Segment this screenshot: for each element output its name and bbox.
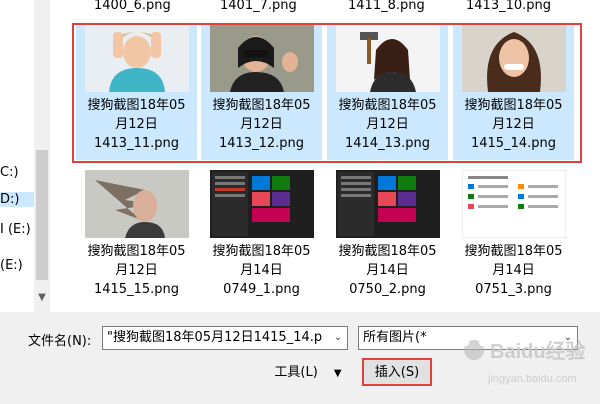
file-grid: 1400_6.png 1401_7.png 1411_8.png 1413_10… [56,0,600,312]
file-name: 搜狗截图18年05 月12日 1413_11.png [87,98,186,151]
file-tile[interactable]: 搜狗截图18年05 月12日 1415_14.png [453,24,574,160]
file-name: 搜狗截图18年05 月12日 1415_14.png [464,98,563,151]
image-thumbnail [461,170,566,238]
file-tile[interactable]: 搜狗截图18年05 月12日 1413_12.png [201,24,322,160]
file-name-partial[interactable]: 1413_10.png [466,0,551,13]
image-thumbnail [461,24,566,92]
chevron-down-icon[interactable]: ⌄ [331,329,345,347]
baidu-watermark: Baidu经验 jingyan.baidu.com [430,322,600,400]
image-thumbnail [335,24,440,92]
file-tile[interactable]: 搜狗截图18年05 月12日 1415_15.png [76,170,197,299]
image-thumbnail [84,24,189,92]
file-tile[interactable]: 搜狗截图18年05 月12日 1414_13.png [327,24,448,160]
caret-down-icon: ▼ [333,368,342,379]
file-name-partial[interactable]: 1401_7.png [220,0,297,13]
image-thumbnail [209,24,314,92]
image-thumbnail [335,170,440,238]
drive-c[interactable]: C:) [0,165,19,180]
scroll-down-icon[interactable]: ▼ [34,290,50,306]
file-tile[interactable]: 搜狗截图18年05 月14日 0749_1.png [201,170,322,299]
file-tile[interactable]: 搜狗截图18年05 月14日 0750_2.png [327,170,448,299]
nav-scrollbar[interactable]: ▼ [34,0,50,312]
file-tile[interactable]: 搜狗截图18年05 月14日 0751_3.png [453,170,574,299]
image-thumbnail [84,170,189,238]
watermark-brand: Baidu经验 [490,339,586,363]
file-name: 搜狗截图18年05 月14日 0751_3.png [464,244,563,297]
file-name: 搜狗截图18年05 月12日 1413_12.png [212,98,311,151]
drive-d[interactable]: D:) [0,192,34,207]
file-name-partial[interactable]: 1400_6.png [94,0,171,13]
file-name: 搜狗截图18年05 月12日 1415_15.png [87,244,186,297]
file-name: 搜狗截图18年05 月14日 0750_2.png [338,244,437,297]
filename-label: 文件名(N): [28,334,92,349]
tools-button[interactable]: 工具(L) ▼ [268,360,348,388]
image-thumbnail [209,170,314,238]
file-tile[interactable]: 搜狗截图18年05 月12日 1413_11.png [76,24,197,160]
watermark-url: jingyan.baidu.com [487,373,577,385]
filename-input[interactable]: "搜狗截图18年05月12日1415_14.p ⌄ [102,326,348,350]
drive-e[interactable]: I (E:) [0,222,31,237]
file-name-partial[interactable]: 1411_8.png [348,0,425,13]
nav-scrollbar-thumb[interactable] [36,150,48,280]
file-name: 搜狗截图18年05 月14日 0749_1.png [212,244,311,297]
file-name: 搜狗截图18年05 月12日 1414_13.png [338,98,437,151]
drive-e2[interactable]: (E:) [0,258,23,273]
insert-button[interactable]: 插入(S) [362,358,432,386]
